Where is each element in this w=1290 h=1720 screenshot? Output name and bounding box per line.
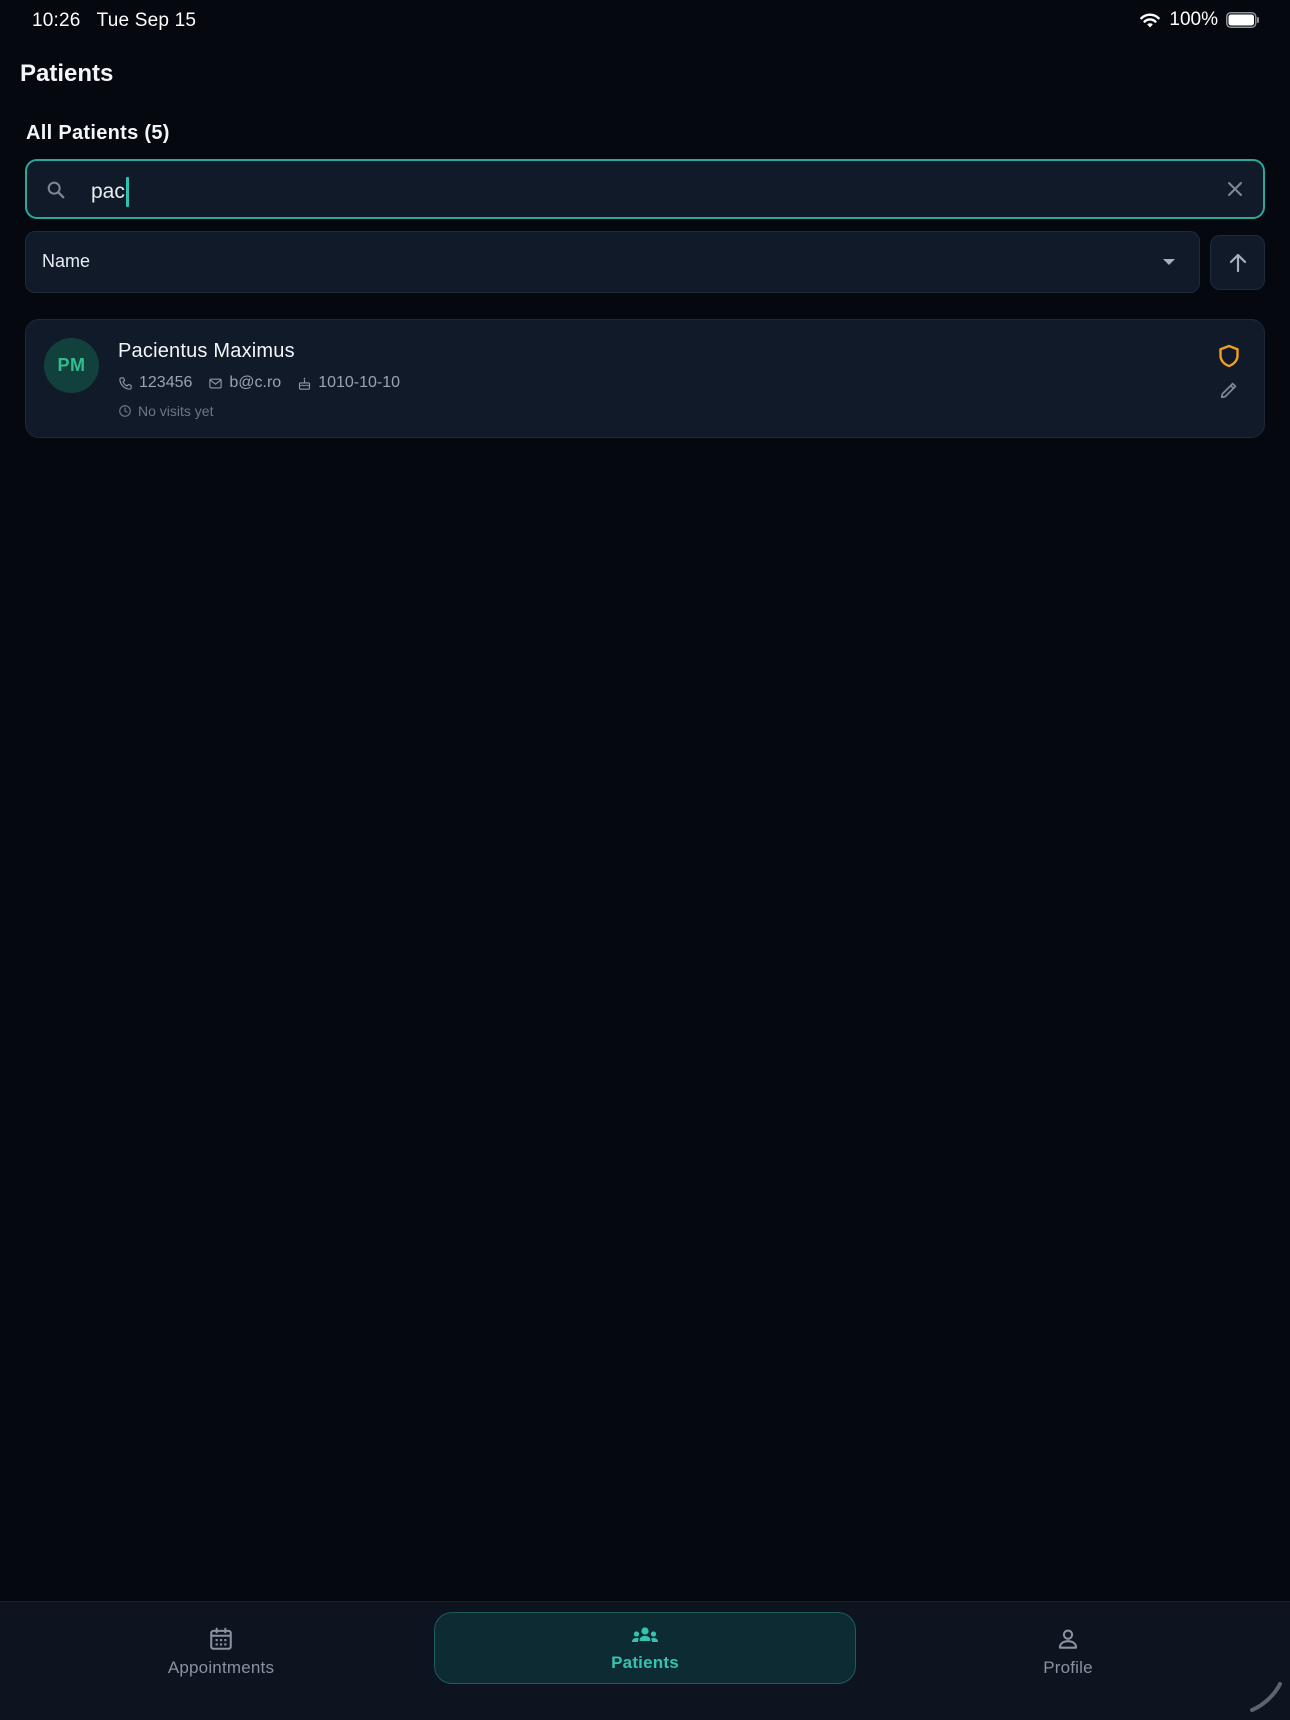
avatar: PM xyxy=(44,338,99,393)
cake-icon xyxy=(299,377,311,390)
shield-icon[interactable] xyxy=(1218,344,1240,373)
battery-percent: 100% xyxy=(1169,9,1218,30)
patient-email: b@c.ro xyxy=(208,374,281,392)
battery-icon xyxy=(1226,12,1260,28)
patient-phone-value: 123456 xyxy=(139,374,193,391)
edit-icon[interactable] xyxy=(1218,379,1240,406)
status-clock: 10:26 xyxy=(32,10,81,31)
patient-contact-info: 123456 b@c.ro 1010-10-10 xyxy=(118,374,416,392)
patient-phone: 123456 xyxy=(118,374,192,392)
patient-name: Pacientus Maximus xyxy=(118,340,295,362)
patient-card[interactable]: PM Pacientus Maximus 123456 b@c.ro 1010-… xyxy=(25,319,1265,438)
mail-icon xyxy=(209,378,223,388)
search-input[interactable]: pac xyxy=(91,177,129,207)
nav-item-profile[interactable]: Profile xyxy=(968,1612,1168,1684)
arrow-up-icon xyxy=(1229,253,1247,273)
sort-field-value: Name xyxy=(42,251,91,271)
clock-icon xyxy=(119,405,131,417)
phone-icon xyxy=(119,376,132,390)
status-time: 10:26 Tue Sep 15 xyxy=(32,10,196,32)
nav-item-appointments[interactable]: Appointments xyxy=(121,1612,321,1684)
search-field[interactable]: pac xyxy=(25,159,1265,219)
text-cursor xyxy=(125,177,129,207)
nav-label-appointments: Appointments xyxy=(167,1658,275,1677)
resize-corner-icon xyxy=(1250,1682,1282,1712)
sort-field-select[interactable]: Name xyxy=(25,231,1200,293)
status-date: Tue Sep 15 xyxy=(96,10,197,31)
nav-item-patients[interactable]: Patients xyxy=(434,1612,856,1684)
patient-count-heading: All Patients (5) xyxy=(26,122,170,144)
person-icon xyxy=(1058,1629,1078,1649)
chevron-down-icon xyxy=(1161,254,1177,275)
search-input-value: pac xyxy=(91,180,125,203)
bottom-navigation: Appointments Patients Profile xyxy=(0,1601,1290,1720)
nav-label-profile: Profile xyxy=(1043,1658,1093,1677)
sort-direction-button[interactable] xyxy=(1210,235,1265,290)
close-icon[interactable] xyxy=(1225,179,1245,204)
search-icon xyxy=(45,179,67,206)
wifi-icon xyxy=(1139,12,1161,29)
patient-birthdate: 1010-10-10 xyxy=(297,374,400,392)
patient-email-value: b@c.ro xyxy=(229,374,282,391)
patient-birthdate-value: 1010-10-10 xyxy=(318,374,401,391)
patients-screen: 10:26 Tue Sep 15 100% Patients All Patie… xyxy=(0,0,1290,1720)
patient-last-visit-text: No visits yet xyxy=(138,403,214,419)
nav-label-patients: Patients xyxy=(611,1653,679,1672)
people-icon xyxy=(632,1627,658,1642)
page-title: Patients xyxy=(20,60,114,87)
calendar-icon xyxy=(210,1627,232,1650)
patient-last-visit: No visits yet xyxy=(118,403,213,419)
status-indicators: 100% xyxy=(1139,9,1260,31)
status-bar: 10:26 Tue Sep 15 100% xyxy=(0,0,1290,42)
